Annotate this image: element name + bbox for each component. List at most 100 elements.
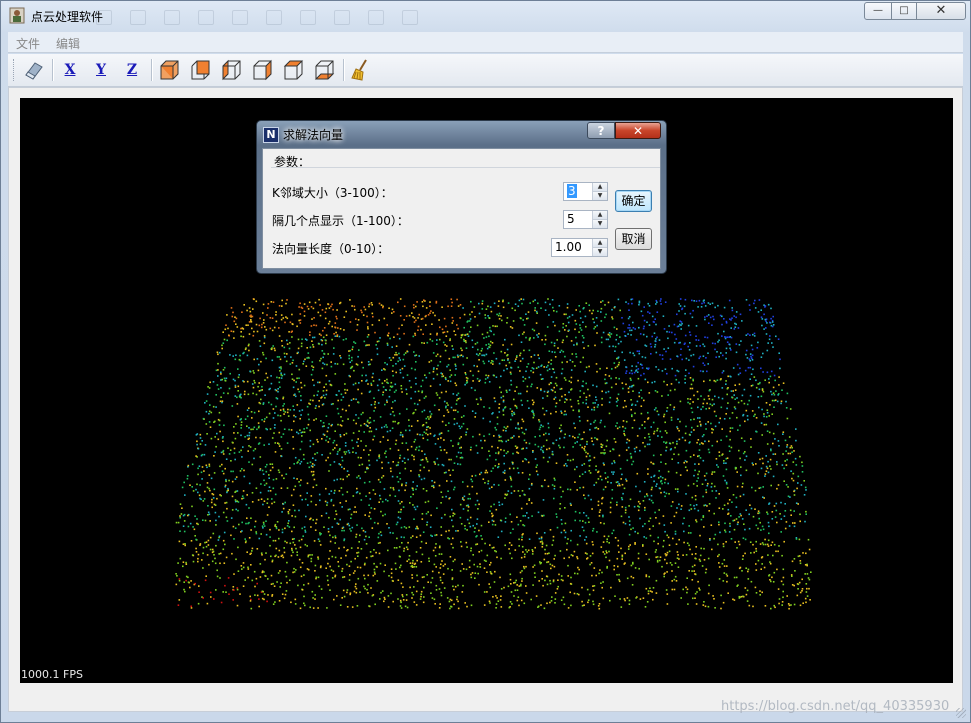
point-cloud-dot <box>542 407 544 410</box>
point-cloud-dot <box>550 341 553 344</box>
point-cloud-dot <box>406 393 408 395</box>
menu-edit[interactable]: 编辑 <box>56 35 80 52</box>
point-cloud-dot <box>566 303 569 305</box>
right-view-icon[interactable] <box>250 58 274 82</box>
point-cloud-dot <box>533 361 535 364</box>
front-view-icon[interactable] <box>157 58 181 82</box>
point-cloud-dot <box>405 315 408 317</box>
point-cloud-dot <box>648 498 651 501</box>
bottom-view-icon[interactable] <box>312 58 336 82</box>
point-cloud-dot <box>766 411 769 414</box>
point-cloud-dot <box>699 560 702 562</box>
point-cloud-dot <box>581 586 583 589</box>
point-cloud-dot <box>335 513 338 516</box>
point-cloud-dot <box>540 446 543 449</box>
point-cloud-dot <box>214 436 216 438</box>
axis-y-button[interactable]: Y <box>89 58 113 82</box>
point-cloud-dot <box>513 435 515 437</box>
point-cloud-dot <box>578 305 580 307</box>
point-cloud-dot <box>579 324 581 326</box>
point-cloud-dot <box>251 327 253 330</box>
menu-file[interactable]: 文件 <box>16 35 40 52</box>
point-cloud-dot <box>629 385 631 388</box>
point-cloud-dot <box>476 341 479 344</box>
point-cloud-dot <box>628 603 631 605</box>
point-cloud-dot <box>214 504 217 506</box>
point-cloud-dot <box>550 412 552 415</box>
point-cloud-dot <box>612 345 614 348</box>
point-cloud-dot <box>656 427 659 430</box>
point-cloud-dot <box>271 437 274 439</box>
point-cloud-dot <box>436 457 439 460</box>
point-cloud-dot <box>386 426 388 428</box>
point-cloud-dot <box>686 591 688 594</box>
point-cloud-dot <box>595 317 598 319</box>
point-cloud-dot <box>467 506 470 508</box>
back-view-icon[interactable] <box>188 58 212 82</box>
toolbar-grip[interactable] <box>13 59 17 81</box>
point-cloud-dot <box>286 442 289 444</box>
point-cloud-dot <box>428 469 430 472</box>
point-cloud-dot <box>367 361 370 363</box>
point-cloud-dot <box>561 341 564 344</box>
eraser-icon[interactable] <box>22 58 46 82</box>
point-cloud-dot <box>210 437 213 440</box>
top-view-icon[interactable] <box>281 58 305 82</box>
point-cloud-dot <box>550 600 553 602</box>
point-cloud-dot <box>545 366 548 368</box>
point-cloud-dot <box>308 402 310 405</box>
point-cloud-dot <box>652 501 654 504</box>
axis-x-button[interactable]: X <box>58 58 82 82</box>
point-cloud-dot <box>349 375 351 378</box>
point-cloud-dot <box>544 579 546 582</box>
point-cloud-dot <box>378 501 380 503</box>
point-cloud-dot <box>492 412 494 414</box>
maximize-button[interactable]: □ <box>891 2 917 20</box>
point-cloud-dot <box>383 596 386 599</box>
point-cloud-dot <box>540 365 542 367</box>
point-cloud-dot <box>778 545 780 547</box>
point-cloud-dot <box>554 592 557 594</box>
point-cloud-dot <box>416 505 419 508</box>
point-cloud-dot <box>476 492 478 495</box>
point-cloud-dot <box>734 407 737 410</box>
point-cloud-dot <box>565 313 567 316</box>
point-cloud-dot <box>290 356 292 358</box>
point-cloud-dot <box>530 356 533 358</box>
point-cloud-dot <box>405 484 407 487</box>
point-cloud-dot <box>199 433 202 436</box>
point-cloud-dot <box>300 479 302 481</box>
point-cloud-dot <box>231 509 234 511</box>
title-bar[interactable]: 点云处理软件 — □ ✕ <box>1 1 970 31</box>
point-cloud-dot <box>494 465 497 467</box>
point-cloud-dot <box>741 320 743 322</box>
point-cloud-dot <box>228 479 230 482</box>
toolbar-separator <box>343 59 345 81</box>
point-cloud-dot <box>476 452 479 454</box>
point-cloud-dot <box>504 407 506 409</box>
point-cloud-dot <box>175 573 177 575</box>
close-button[interactable]: ✕ <box>916 2 966 20</box>
point-cloud-dot <box>274 442 277 444</box>
left-view-icon[interactable] <box>219 58 243 82</box>
point-cloud-dot <box>299 302 301 305</box>
point-cloud-dot <box>714 380 717 383</box>
point-cloud-dot <box>496 325 498 328</box>
point-cloud-dot <box>195 488 197 491</box>
point-cloud-dot <box>496 423 499 425</box>
point-cloud-dot <box>427 314 430 316</box>
minimize-button[interactable]: — <box>864 2 892 20</box>
point-cloud-dot <box>742 452 745 455</box>
point-cloud-dot <box>211 560 214 563</box>
point-cloud-dot <box>543 514 545 517</box>
point-cloud-dot <box>413 402 416 405</box>
point-cloud-dot <box>227 577 230 579</box>
broom-icon[interactable] <box>349 58 373 82</box>
point-cloud-dot <box>253 298 255 301</box>
point-cloud-dot <box>203 453 206 456</box>
axis-z-button[interactable]: Z <box>120 58 144 82</box>
point-cloud-dot <box>576 489 578 491</box>
point-cloud-dot <box>292 436 294 438</box>
point-cloud-dot <box>402 595 404 598</box>
point-cloud-dot <box>220 396 222 398</box>
